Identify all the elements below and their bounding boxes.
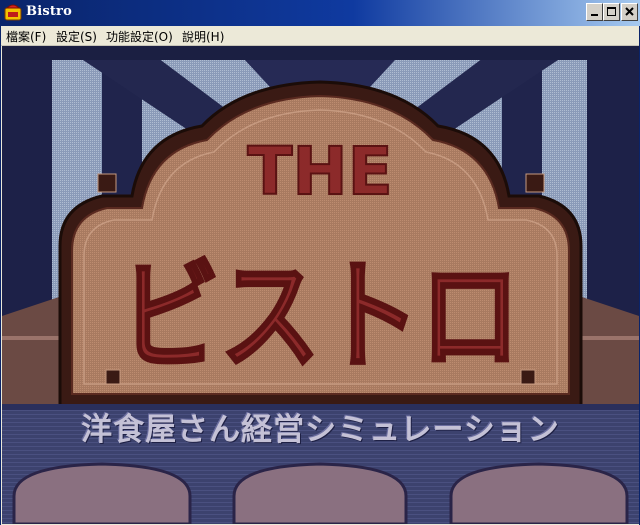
close-icon	[625, 7, 634, 16]
menu-bar: 檔案(F) 設定(S) 功能設定(O) 說明(H)	[1, 26, 639, 46]
menu-settings[interactable]: 設定(S)	[56, 28, 97, 44]
logo-bistro-text: ビストロ	[120, 248, 520, 387]
close-button[interactable]	[621, 3, 638, 21]
title-bar[interactable]: Bistro	[1, 0, 640, 26]
menu-file[interactable]: 檔案(F)	[6, 28, 46, 44]
maximize-button[interactable]	[603, 3, 620, 21]
window-title: Bistro	[26, 4, 72, 19]
logo-the-text: THE	[247, 133, 392, 210]
bistro-app-icon[interactable]	[4, 3, 22, 21]
menu-options[interactable]: 功能設定(O)	[106, 28, 173, 44]
minimize-button[interactable]	[586, 3, 603, 21]
game-subtitle: 洋食屋さん経営シミュレーション	[81, 412, 560, 448]
game-title-screen[interactable]: THE ビストロ 洋食屋さん経営シミュレーション	[2, 46, 639, 524]
menu-help[interactable]: 說明(H)	[182, 28, 224, 44]
maximize-icon	[607, 7, 616, 16]
app-window: Bistro 檔案(F) 設定(S) 功能設定(O) 說明(H) THE ビスト…	[0, 0, 640, 525]
minimize-icon	[591, 14, 598, 16]
